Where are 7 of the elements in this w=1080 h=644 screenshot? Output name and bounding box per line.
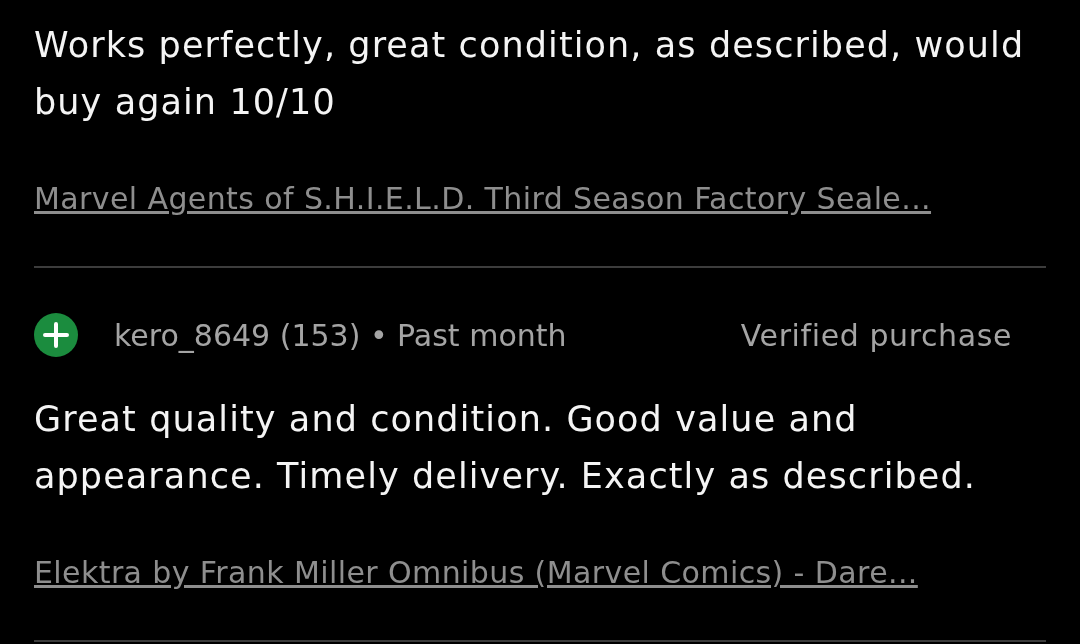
item-link[interactable]: Elektra by Frank Miller Omnibus (Marvel Comics) - Dare... (34, 553, 918, 593)
verified-label: Verified purchase (740, 317, 1012, 353)
review-text: Works perfectly, great condition, as described, would buy again 10/10 (34, 24, 1026, 124)
review-text: Great quality and condition. Good value and appearance. Timely delivery. Exactly as described. (34, 398, 977, 498)
reviewer-info: kero_8649 (153) • Past month (114, 317, 567, 353)
plus-circle-icon (34, 313, 78, 357)
item-link[interactable]: Marvel Agents of S.H.I.E.L.D. Third Season Factory Seale... (34, 179, 932, 219)
